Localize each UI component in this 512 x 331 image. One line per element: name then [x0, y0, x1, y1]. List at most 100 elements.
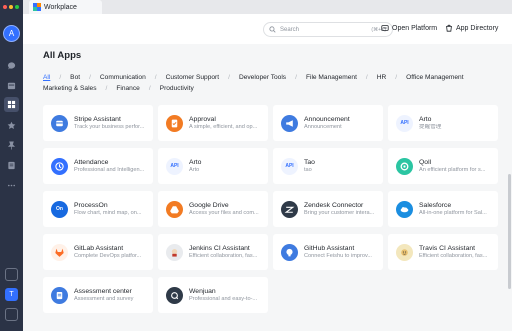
processon-icon: On	[51, 200, 68, 218]
filter-communication[interactable]: Communication	[100, 72, 146, 83]
megaphone-icon	[281, 114, 298, 132]
workplace-icon[interactable]	[4, 97, 19, 112]
more-icon[interactable]	[6, 180, 17, 191]
app-name: Jenkins CI Assistant	[189, 244, 250, 252]
filter-office-management[interactable]: Office Management	[406, 72, 463, 83]
jenkins-icon	[166, 243, 183, 261]
favorites-star-icon[interactable]	[6, 120, 17, 131]
filter-productivity[interactable]: Productivity	[160, 83, 194, 94]
stripe-icon	[51, 114, 68, 132]
filter-marketing-sales[interactable]: Marketing & Sales	[43, 83, 97, 94]
zendesk-icon	[281, 200, 298, 218]
filter-all[interactable]: All	[43, 72, 50, 83]
app-directory-button[interactable]: App Directory	[445, 24, 498, 32]
open-platform-button[interactable]: Open Platform	[381, 24, 437, 32]
app-name: Zendesk Connector	[304, 201, 364, 209]
github-icon	[281, 243, 298, 261]
app-card-arto-2[interactable]: API Arto Arto	[158, 148, 268, 184]
app-name: Wenjuan	[189, 287, 216, 295]
top-bar: Search (⌘+K) Open Platform App Directory	[23, 14, 512, 44]
rail-bottom-button-2[interactable]: T	[5, 288, 18, 301]
app-directory-icon	[446, 24, 452, 32]
open-platform-icon	[381, 25, 389, 31]
app-desc: All-in-one platform for Sal...	[419, 209, 487, 216]
app-card-approval[interactable]: Approval A simple, efficient, and op...	[158, 105, 268, 141]
filter-separator: /	[148, 85, 151, 92]
app-card-assessment-center[interactable]: Assessment center Assessment and survey	[43, 277, 153, 313]
app-grid: Stripe Assistant Track your business perf…	[43, 105, 511, 313]
app-card-google-drive[interactable]: Google Drive Access your files and com...	[158, 191, 268, 227]
filter-finance[interactable]: Finance	[116, 83, 139, 94]
rail-bottom-button-3[interactable]	[5, 308, 18, 321]
app-card-announcement[interactable]: Announcement Announcement	[273, 105, 383, 141]
window-controls	[3, 5, 19, 9]
app-card-qoll[interactable]: Qoll An efficient platform for s...	[388, 148, 498, 184]
tab-title: Workplace	[44, 3, 77, 11]
app-desc: Access your files and com...	[189, 209, 259, 216]
filter-separator: /	[105, 85, 108, 92]
maximize-window-button[interactable]	[15, 5, 19, 9]
app-card-salesforce[interactable]: Salesforce All-in-one platform for Sal...	[388, 191, 498, 227]
app-name: Arto	[419, 115, 432, 123]
app-name: Arto	[189, 158, 202, 166]
minimize-window-button[interactable]	[9, 5, 13, 9]
app-name: Qoll	[419, 158, 432, 166]
app-desc: tao	[304, 166, 312, 173]
app-card-stripe-assistant[interactable]: Stripe Assistant Track your business perf…	[43, 105, 153, 141]
filter-separator: /	[59, 74, 62, 81]
app-desc: Assessment and survey	[74, 295, 134, 302]
app-desc: Arto	[189, 166, 200, 173]
filter-separator: /	[228, 74, 230, 81]
rail-bottom-button-1[interactable]	[5, 268, 18, 281]
app-name: GitHub Assistant	[304, 244, 355, 252]
search-input[interactable]: Search (⌘+K)	[263, 22, 393, 37]
app-card-wenjuan[interactable]: Wenjuan Professional and easy-to-...	[158, 277, 268, 313]
app-name: Travis CI Assistant	[419, 244, 476, 252]
messenger-icon[interactable]	[6, 60, 17, 71]
tab-workplace[interactable]: Workplace	[29, 0, 102, 14]
content-area: All Apps All / Bot / Communication / Customer …	[23, 44, 512, 331]
app-card-gitlab-assistant[interactable]: GitLab Assistant Complete DevOps platfor.…	[43, 234, 153, 270]
api-icon: API	[396, 114, 413, 132]
app-card-tao[interactable]: API Tao tao	[273, 148, 383, 184]
app-card-attendance[interactable]: Attendance Professional and Intelligen...	[43, 148, 153, 184]
app-name: Salesforce	[419, 201, 452, 209]
app-desc: Flow chart, mind map, on...	[74, 209, 142, 216]
scrollbar[interactable]	[508, 174, 511, 289]
app-desc: Announcement	[304, 123, 342, 130]
google-drive-icon	[166, 200, 183, 218]
api-icon: API	[281, 157, 298, 175]
app-card-jenkins-ci-assistant[interactable]: Jenkins CI Assistant Efficient collaborat…	[158, 234, 268, 270]
app-desc: Professional and Intelligen...	[74, 166, 145, 173]
filter-hr[interactable]: HR	[377, 72, 387, 83]
wenjuan-icon	[166, 286, 183, 304]
app-card-zendesk-connector[interactable]: Zendesk Connector Bring your customer int…	[273, 191, 383, 227]
app-name: Google Drive	[189, 201, 229, 209]
app-card-github-assistant[interactable]: GitHub Assistant Connect Feishu to improv…	[273, 234, 383, 270]
app-directory-label: App Directory	[456, 24, 499, 32]
calendar-icon[interactable]	[6, 80, 17, 91]
pin-icon[interactable]	[6, 140, 17, 151]
open-platform-label: Open Platform	[392, 24, 438, 32]
app-desc: Connect Feishu to improv...	[304, 252, 372, 259]
filter-file-management[interactable]: File Management	[306, 72, 357, 83]
filter-customer-support[interactable]: Customer Support	[166, 72, 220, 83]
filter-separator: /	[395, 74, 398, 81]
approval-icon	[166, 114, 183, 132]
app-desc: A simple, efficient, and op...	[189, 123, 258, 130]
app-desc: Professional and easy-to-...	[189, 295, 258, 302]
app-desc: Track your business perfor...	[74, 123, 145, 130]
app-name: GitLab Assistant	[74, 244, 124, 252]
avatar[interactable]: A	[3, 25, 20, 42]
filter-bot[interactable]: Bot	[70, 72, 80, 83]
docs-icon[interactable]	[6, 160, 17, 171]
app-card-processon[interactable]: On ProcessOn Flow chart, mind map, on...	[43, 191, 153, 227]
app-card-arto[interactable]: API Arto 提醒管理	[388, 105, 498, 141]
filter-developer-tools[interactable]: Developer Tools	[239, 72, 286, 83]
main-area: Search (⌘+K) Open Platform App Directory…	[23, 14, 512, 331]
app-name: Assessment center	[74, 287, 132, 295]
app-card-travis-ci-assistant[interactable]: Travis CI Assistant Efficient collaborati…	[388, 234, 498, 270]
filter-separator: /	[365, 74, 368, 81]
close-window-button[interactable]	[3, 5, 7, 9]
app-desc: Bring your customer intera...	[304, 209, 375, 216]
